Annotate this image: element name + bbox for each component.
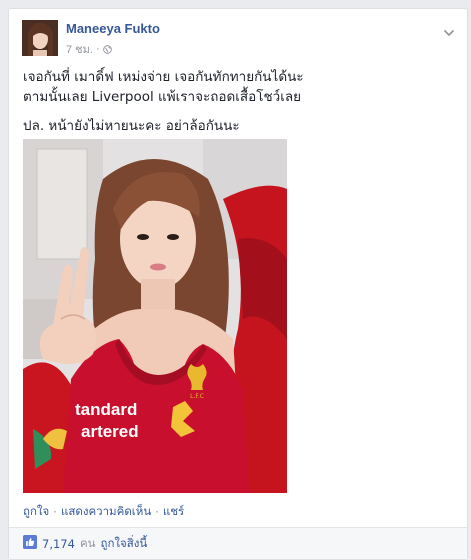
like-label[interactable]: ถูกใจสิ่งนี้ — [101, 535, 148, 553]
post-text-line: ปล. หน้ายังไม่หายนะคะ อย่าล้อกันนะ — [23, 118, 240, 134]
post-actions: ถูกใจ · แสดงความคิดเห็น · แชร์ — [23, 503, 184, 521]
thumbs-up-icon — [23, 535, 37, 552]
shirt-sponsor-line1: tandard — [75, 400, 137, 419]
action-separator: · — [53, 505, 57, 519]
post-text: เจอกันที่ เมาดิ์ฟ เหม่งจ่าย เจอกันทักทาย… — [23, 67, 453, 136]
like-link[interactable]: ถูกใจ — [23, 503, 49, 521]
share-link[interactable]: แชร์ — [163, 503, 184, 521]
author-name[interactable]: Maneeya Fukto — [66, 21, 160, 36]
meta-separator: · — [95, 43, 100, 55]
globe-icon[interactable] — [102, 44, 112, 54]
action-separator: · — [155, 505, 159, 519]
avatar[interactable] — [22, 20, 58, 56]
post-meta: 7 ชม. · — [66, 40, 112, 58]
chevron-down-icon[interactable] — [443, 23, 455, 37]
post-photo[interactable]: L.F.C tandard artered — [23, 139, 287, 493]
post-card: Maneeya Fukto 7 ชม. · เจอกันที่ เมาดิ์ฟ … — [8, 8, 468, 560]
post-time[interactable]: 7 ชม. — [66, 40, 93, 58]
likes-bar: 7,174 คน ถูกใจสิ่งนี้ — [9, 528, 467, 559]
like-count[interactable]: 7,174 — [42, 537, 75, 551]
comment-link[interactable]: แสดงความคิดเห็น — [61, 503, 151, 521]
post-text-line: ตามนั้นเลย Liverpool แพ้เราจะถอดเสื้อโชว… — [23, 89, 302, 105]
crest-text: L.F.C — [190, 393, 204, 400]
shirt-sponsor-line2: artered — [81, 422, 139, 441]
post-text-line: เจอกันที่ เมาดิ์ฟ เหม่งจ่าย เจอกันทักทาย… — [23, 69, 304, 85]
like-count-unit: คน — [79, 535, 96, 550]
